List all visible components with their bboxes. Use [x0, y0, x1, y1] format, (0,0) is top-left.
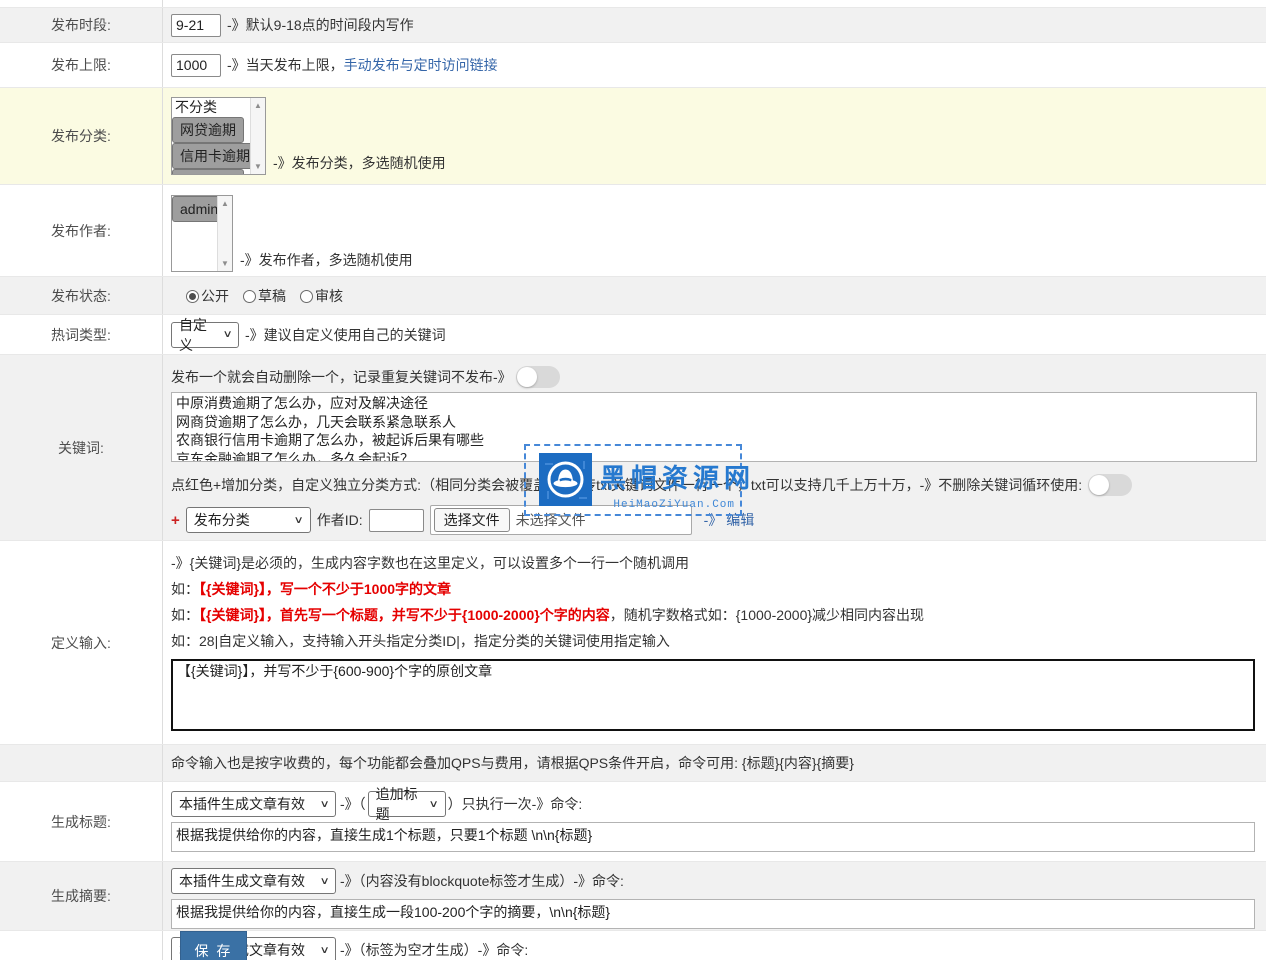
- row-publish-time: 发布时段: -》默认9-18点的时间段内写作: [0, 8, 1266, 43]
- title-gen-command-textarea[interactable]: 根据我提供给你的内容，直接生成1个标题，只要1个标题 \n\n{标题}: [171, 822, 1255, 852]
- summary-gen-command-textarea[interactable]: 根据我提供给你的内容，直接生成一段100-200个字的摘要，\n\n{标题}: [171, 899, 1255, 929]
- keywords-textarea[interactable]: 中原消费逾期了怎么办，应对及解决途径 网商贷逾期了怎么办，几天会联系紧急联系人 …: [171, 392, 1257, 462]
- radio-checked-icon[interactable]: [186, 290, 199, 303]
- row-title-gen: 生成标题: 本插件生成文章有效 ∨ -》（ 追加标题 ∨ ）只执行一次-》命令:…: [0, 782, 1266, 862]
- summary-gen-post: -》（内容没有blockquote标签才生成）-》命令:: [340, 871, 624, 891]
- title-append-select[interactable]: 追加标题 ∨: [368, 791, 446, 817]
- radio-icon[interactable]: [300, 290, 313, 303]
- publish-status-label: 发布状态:: [0, 277, 163, 314]
- label-cell: [0, 745, 163, 781]
- define-input-label: 定义输入:: [0, 541, 163, 744]
- choose-file-button[interactable]: 选择文件: [434, 508, 510, 532]
- label-cell: [0, 931, 163, 960]
- title-gen-pre: -》（: [340, 794, 366, 814]
- publish-category-desc: -》发布分类，多选随机使用: [273, 153, 446, 173]
- status-radio-review[interactable]: 审核: [300, 286, 343, 306]
- publish-time-desc: -》默认9-18点的时间段内写作: [227, 15, 414, 35]
- row-publish-author: 发布作者: admin ▲ ▼ -》发布作者，多选随机使用: [0, 185, 1266, 277]
- keywords-loop-desc: -》不删除关键词循环使用:: [920, 475, 1083, 495]
- title-gen-mode-select[interactable]: 本插件生成文章有效 ∨: [171, 791, 336, 817]
- chevron-down-icon: ∨: [319, 876, 329, 887]
- row-command-note: 命令输入也是按字收费的，每个功能都会叠加QPS与费用，请根据QPS条件开启，命令…: [0, 745, 1266, 782]
- row-summary-gen: 生成摘要: 本插件生成文章有效 ∨ -》（内容没有blockquote标签才生成…: [0, 862, 1266, 931]
- define-example-3: 如：28|自定义输入，支持输入开头指定分类ID|，指定分类的关键词使用指定输入: [171, 633, 1266, 650]
- publish-time-input[interactable]: [171, 14, 221, 37]
- author-id-input[interactable]: [369, 509, 424, 532]
- file-input[interactable]: 选择文件 未选择文件: [430, 505, 692, 535]
- summary-gen-mode-select[interactable]: 本插件生成文章有效 ∨: [171, 868, 336, 894]
- category-option[interactable]: 逾期协商: [172, 169, 244, 175]
- publish-author-label: 发布作者:: [0, 185, 163, 276]
- keywords-toggle-desc: 发布一个就会自动删除一个，记录重复关键词不发布-》: [171, 367, 512, 387]
- define-example-1: 如：【{关键词}】，写一个不少于1000字的文章: [171, 581, 1266, 598]
- keywords-label: 关键词:: [0, 355, 163, 540]
- add-category-button[interactable]: +: [171, 512, 180, 529]
- row-top-partial: [0, 0, 1266, 8]
- file-status-text: 未选择文件: [516, 510, 586, 530]
- publish-limit-desc: -》当天发布上限，: [227, 55, 344, 75]
- status-radio-public[interactable]: 公开: [186, 286, 229, 306]
- hotword-type-desc: -》建议自定义使用自己的关键词: [245, 325, 446, 345]
- scroll-down-icon[interactable]: ▼: [221, 259, 229, 268]
- category-option[interactable]: 网贷逾期: [172, 117, 244, 143]
- row-keywords: 关键词: 发布一个就会自动删除一个，记录重复关键词不发布-》 中原消费逾期了怎么…: [0, 355, 1266, 541]
- save-button[interactable]: 保 存: [180, 931, 247, 960]
- category-option[interactable]: 信用卡逾期: [172, 143, 258, 169]
- category-listbox[interactable]: 不分类 网贷逾期 信用卡逾期 逾期协商 ▲ ▼: [171, 97, 266, 175]
- chevron-down-icon: ∨: [319, 799, 329, 810]
- plugin-settings-page: 发布时段: -》默认9-18点的时间段内写作 发布上限: -》当天发布上限， 手…: [0, 0, 1266, 960]
- listbox-scrollbar[interactable]: ▲ ▼: [250, 98, 265, 174]
- row-define-input: 定义输入: -》{关键词}是必须的，生成内容字数也在这里定义，可以设置多个一行一…: [0, 541, 1266, 745]
- publish-time-label: 发布时段:: [0, 8, 163, 42]
- bottom-post: -》（标签为空才生成）-》命令:: [340, 940, 528, 960]
- row-hotword-type: 热词类型: 自定义 ∨ -》建议自定义使用自己的关键词: [0, 315, 1266, 355]
- keep-keywords-toggle[interactable]: [1088, 474, 1132, 496]
- scroll-up-icon[interactable]: ▲: [221, 199, 229, 208]
- hotword-type-select[interactable]: 自定义 ∨: [171, 322, 239, 348]
- command-note-text: 命令输入也是按字收费的，每个功能都会叠加QPS与费用，请根据QPS条件开启，命令…: [171, 753, 854, 773]
- chevron-down-icon: ∨: [294, 515, 304, 526]
- row-publish-status: 发布状态: 公开 草稿 审核: [0, 277, 1266, 315]
- hotword-type-label: 热词类型:: [0, 315, 163, 354]
- listbox-scrollbar[interactable]: ▲ ▼: [217, 196, 232, 271]
- title-gen-label: 生成标题:: [0, 782, 163, 861]
- publish-author-desc: -》发布作者，多选随机使用: [240, 250, 413, 270]
- row-publish-limit: 发布上限: -》当天发布上限， 手动发布与定时访问链接: [0, 43, 1266, 88]
- define-input-textarea[interactable]: 【{关键词}】，并写不少于{600-900}个字的原创文章: [171, 659, 1255, 731]
- chevron-down-icon: ∨: [429, 799, 439, 810]
- author-id-label: 作者ID:: [317, 510, 363, 530]
- define-example-2: 如：【{关键词}】，首先写一个标题，并写不少于{1000-2000}个字的内容，…: [171, 607, 1266, 624]
- row-publish-category: 发布分类: 不分类 网贷逾期 信用卡逾期 逾期协商 ▲ ▼ -》发布分类，多选随…: [0, 88, 1266, 185]
- publish-category-label: 发布分类:: [0, 88, 163, 184]
- chevron-down-icon: ∨: [319, 945, 329, 956]
- auto-delete-toggle[interactable]: [516, 366, 560, 388]
- keyword-category-select[interactable]: 发布分类 ∨: [186, 507, 311, 533]
- chevron-down-icon: ∨: [222, 329, 232, 340]
- manual-publish-link[interactable]: 手动发布与定时访问链接: [344, 55, 498, 75]
- publish-limit-input[interactable]: [171, 54, 221, 77]
- scroll-up-icon[interactable]: ▲: [254, 101, 262, 110]
- scroll-down-icon[interactable]: ▼: [254, 162, 262, 171]
- keywords-note: 点红色+增加分类，自定义独立分类方式:（相同分类会被覆盖），上传txt关键词文件…: [171, 475, 920, 495]
- label-cell: [0, 0, 163, 7]
- summary-gen-label: 生成摘要:: [0, 862, 163, 930]
- radio-icon[interactable]: [243, 290, 256, 303]
- publish-limit-label: 发布上限:: [0, 43, 163, 87]
- edit-link[interactable]: -》 编辑: [704, 510, 755, 530]
- author-listbox[interactable]: admin ▲ ▼: [171, 195, 233, 272]
- title-gen-post: ）只执行一次-》命令:: [448, 794, 583, 814]
- status-radio-draft[interactable]: 草稿: [243, 286, 286, 306]
- define-instruction: -》{关键词}是必须的，生成内容字数也在这里定义，可以设置多个一行一个随机调用: [171, 555, 1266, 572]
